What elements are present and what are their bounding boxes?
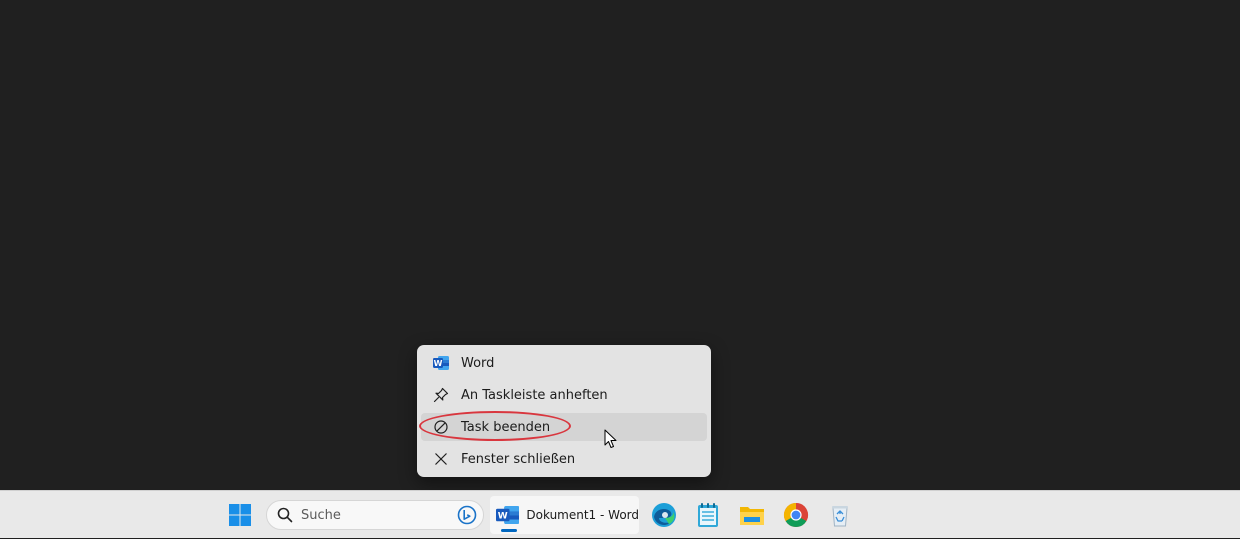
taskbar-edge[interactable] (644, 491, 684, 539)
recycle-bin-icon (832, 506, 848, 527)
taskbar-word-task[interactable]: W Dokument1 - Word (490, 496, 639, 534)
start-icon (229, 504, 251, 526)
menu-item-label: Task beenden (461, 419, 551, 435)
taskbar-task-label: Dokument1 - Word (526, 508, 639, 522)
taskbar-notepad[interactable] (688, 491, 728, 539)
word-app-icon: W (433, 355, 449, 371)
menu-item-label: Word (461, 355, 495, 371)
edge-icon (652, 503, 676, 527)
chrome-icon (783, 503, 809, 528)
search-input[interactable] (301, 507, 441, 523)
pin-icon (433, 387, 449, 403)
taskbar: W Dokument1 - Word (0, 490, 1240, 538)
notepad-icon (698, 503, 718, 527)
taskbar-recycle-bin[interactable] (820, 491, 860, 539)
bing-icon[interactable] (457, 505, 477, 525)
menu-item-pin-to-taskbar[interactable]: An Taskleiste anheften (421, 381, 707, 409)
mouse-cursor-icon (604, 429, 617, 448)
taskbar-search[interactable] (266, 500, 484, 530)
close-icon (433, 451, 449, 467)
start-button[interactable] (220, 491, 260, 539)
svg-text:W: W (434, 359, 443, 368)
active-indicator (501, 529, 517, 532)
menu-item-word[interactable]: W Word (421, 349, 707, 377)
taskbar-chrome[interactable] (776, 491, 816, 539)
taskbar-file-explorer[interactable] (732, 491, 772, 539)
menu-item-label: Fenster schließen (461, 451, 576, 467)
menu-item-end-task[interactable]: Task beenden (421, 413, 707, 441)
word-app-icon: W (496, 505, 520, 525)
file-explorer-icon (740, 507, 764, 525)
svg-text:W: W (498, 512, 508, 522)
menu-item-close-window[interactable]: Fenster schließen (421, 445, 707, 473)
taskbar-context-menu: W Word An Taskleiste anheften Task beend… (417, 345, 711, 477)
menu-item-label: An Taskleiste anheften (461, 387, 608, 403)
end-task-icon (433, 419, 449, 435)
search-icon (277, 507, 293, 523)
